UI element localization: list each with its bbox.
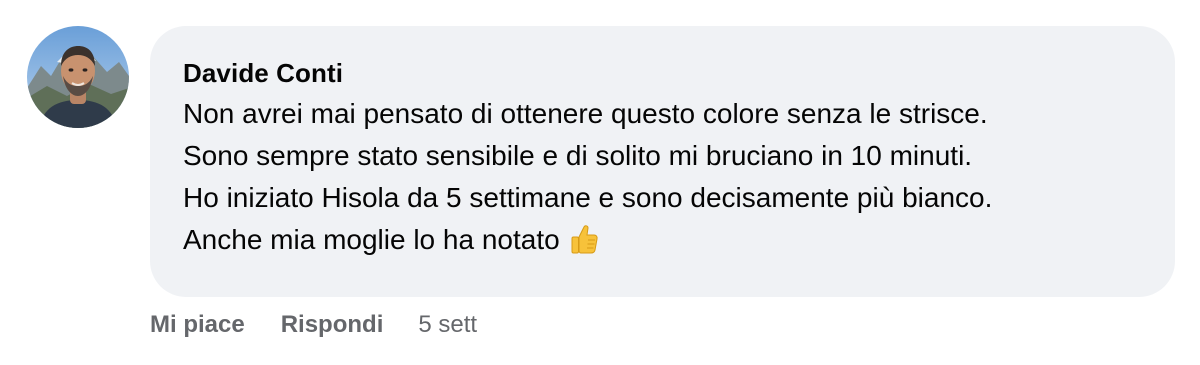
comment-line-last: Anche mia moglie lo ha notato (183, 219, 1175, 266)
comment-bubble: Davide Conti Non avrei mai pensato di ot… (150, 26, 1175, 297)
profile-photo (27, 26, 129, 128)
comment-actions: Mi piace Rispondi 5 sett (150, 308, 477, 342)
comment-author[interactable]: Davide Conti (183, 56, 1175, 90)
comment-line-text: Anche mia moglie lo ha notato (183, 224, 560, 255)
thumbs-up-icon (570, 224, 598, 266)
reply-button[interactable]: Rispondi (281, 308, 384, 342)
comment-line: Non avrei mai pensato di ottenere questo… (183, 98, 988, 129)
avatar[interactable] (27, 26, 129, 128)
comment-timestamp[interactable]: 5 sett (418, 308, 477, 342)
like-button[interactable]: Mi piace (150, 308, 245, 342)
comment-line: Ho iniziato Hisola da 5 settimane e sono… (183, 182, 993, 213)
comment-text: Non avrei mai pensato di ottenere questo… (183, 93, 1175, 266)
comment-line: Sono sempre stato sensibile e di solito … (183, 140, 973, 171)
